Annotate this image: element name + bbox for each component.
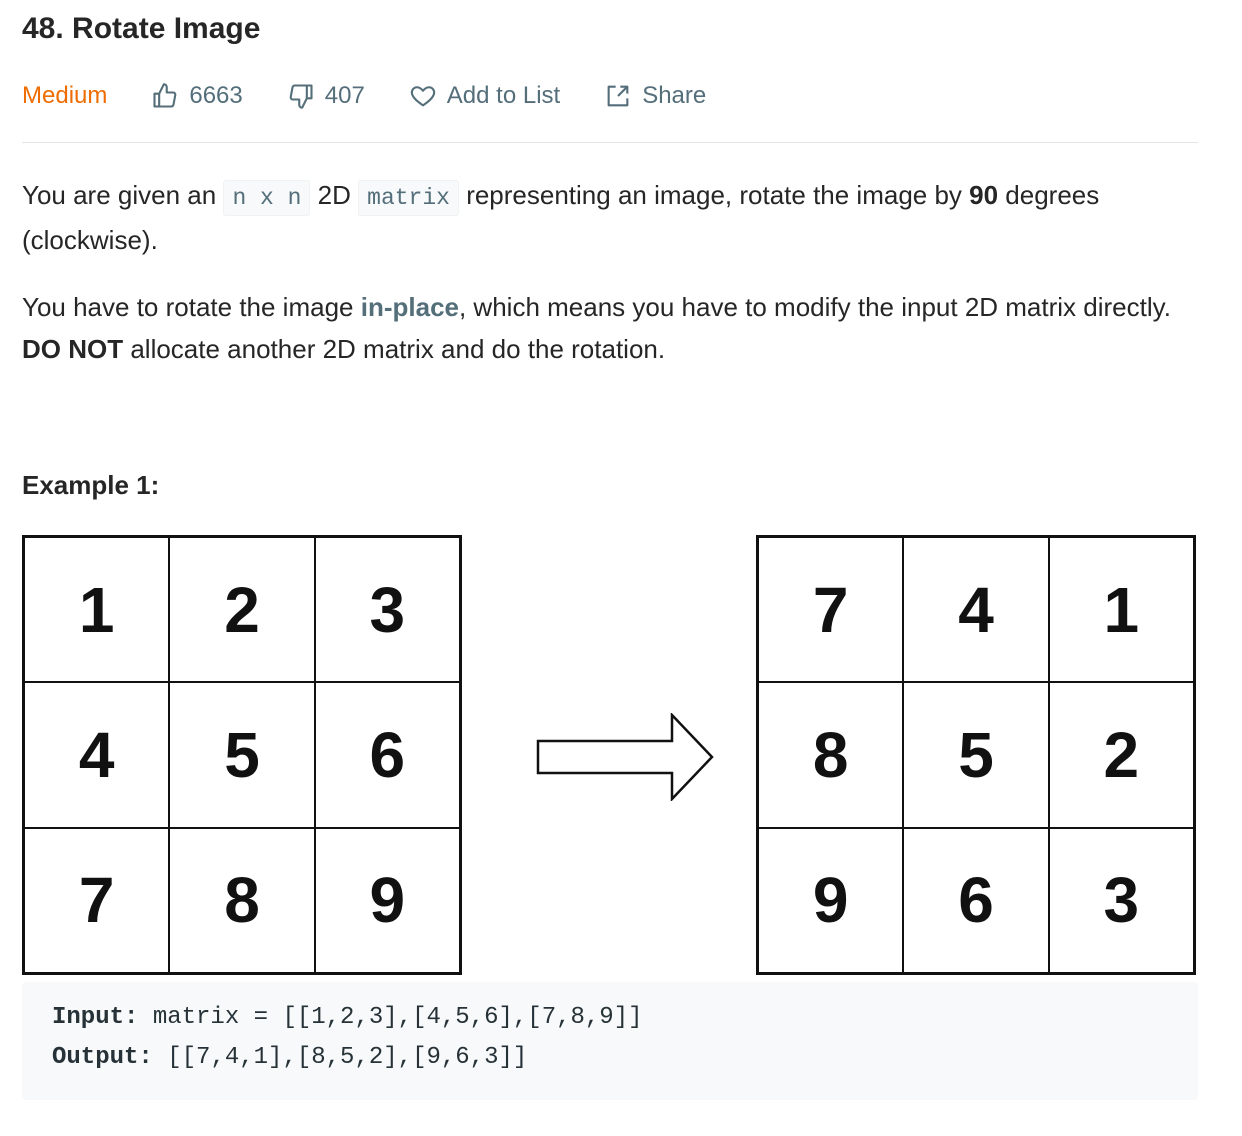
matrix-cell: 7 (24, 827, 170, 973)
matrix-cell: 8 (169, 827, 315, 973)
in-place-link[interactable]: in-place (361, 292, 459, 322)
example-input-line: Input: matrix = [[1,2,3],[4,5,6],[7,8,9]… (52, 1004, 643, 1031)
thumbs-down-icon (289, 84, 313, 109)
matrix-cell: 2 (169, 537, 315, 683)
matrix-cell: 1 (24, 537, 170, 683)
matrix-cell: 6 (314, 682, 460, 828)
input-label: Input: (52, 1004, 139, 1031)
matrix-cell: 9 (758, 827, 904, 973)
share-icon (607, 85, 629, 107)
dislike-button[interactable]: 407 (287, 82, 365, 110)
difficulty-badge: Medium (22, 82, 108, 109)
problem-title: 48. Rotate Image (22, 12, 261, 45)
matrix-cell: 1 (1048, 537, 1194, 683)
matrix-cell: 5 (169, 682, 315, 828)
example-code-block: Input: matrix = [[1,2,3],[4,5,6],[7,8,9]… (22, 982, 1198, 1100)
matrix-cell: 3 (1048, 827, 1194, 973)
like-button[interactable]: 6663 (151, 82, 243, 110)
inline-code-n-x-n: n x n (223, 180, 311, 216)
matrix-cell: 5 (903, 682, 1049, 828)
output-matrix-grid: 7 4 1 8 5 2 9 6 3 (756, 535, 1196, 975)
example-figure: 1 2 3 4 5 6 7 8 9 7 4 1 8 5 2 9 6 3 (22, 535, 1198, 980)
like-count: 6663 (189, 82, 243, 109)
divider (22, 142, 1198, 143)
input-matrix-grid: 1 2 3 4 5 6 7 8 9 (22, 535, 462, 975)
description-paragraph-1: You are given an n x n 2D matrix represe… (22, 174, 1182, 261)
add-to-list-button[interactable]: Add to List (409, 82, 560, 110)
dislike-count: 407 (324, 82, 365, 109)
matrix-cell: 8 (758, 682, 904, 828)
input-value: matrix = [[1,2,3],[4,5,6],[7,8,9]] (138, 1004, 643, 1031)
heart-icon (410, 86, 435, 107)
output-label: Output: (52, 1044, 153, 1071)
example-title: Example 1: (22, 470, 160, 500)
matrix-cell: 6 (903, 827, 1049, 973)
matrix-cell: 2 (1048, 682, 1194, 828)
thumbs-up-icon (153, 83, 177, 108)
share-label: Share (642, 82, 707, 109)
matrix-cell: 4 (24, 682, 170, 828)
description-paragraph-2: You have to rotate the image in-place, w… (22, 286, 1182, 370)
matrix-cell: 9 (314, 827, 460, 973)
matrix-cell: 3 (314, 537, 460, 683)
text: You are given an (22, 180, 224, 210)
text: You have to rotate the image (22, 292, 361, 322)
bold-90: 90 (969, 180, 999, 210)
text: representing an image, rotate the image … (458, 180, 970, 210)
right-arrow-icon (536, 713, 714, 801)
text: 2D (310, 180, 359, 210)
bold-do-not: DO NOT (22, 334, 124, 364)
matrix-cell: 7 (758, 537, 904, 683)
inline-code-matrix: matrix (358, 180, 459, 216)
example-output-line: Output: [[7,4,1],[8,5,2],[9,6,3]] (52, 1044, 527, 1071)
add-to-list-label: Add to List (446, 82, 561, 109)
text: allocate another 2D matrix and do the ro… (123, 334, 666, 364)
text: , which means you have to modify the inp… (458, 292, 1171, 322)
matrix-cell: 4 (903, 537, 1049, 683)
share-button[interactable]: Share (604, 82, 706, 110)
problem-meta-bar: Medium 6663 407 Add to List Share (22, 80, 750, 112)
output-value: [[7,4,1],[8,5,2],[9,6,3]] (152, 1044, 528, 1071)
